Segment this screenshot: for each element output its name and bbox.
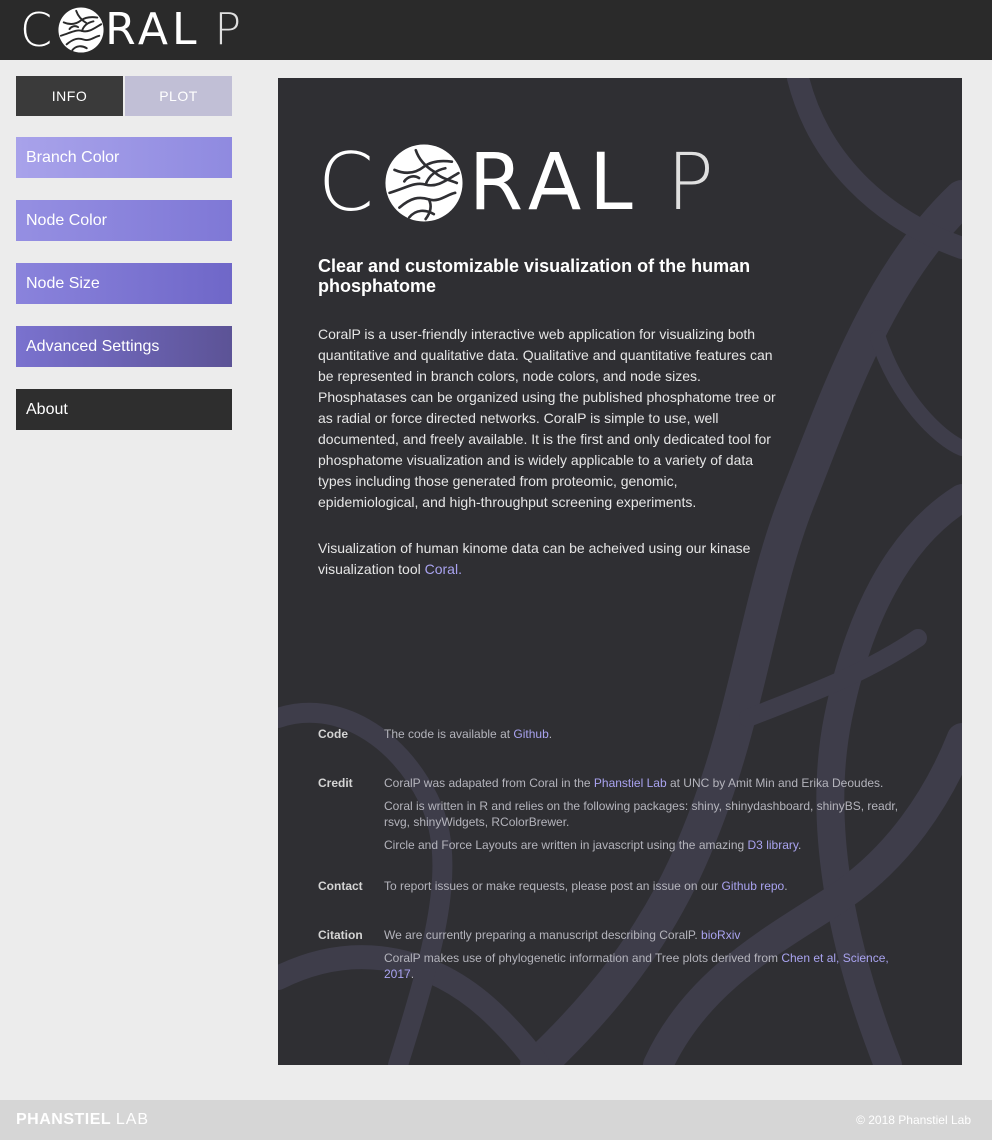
node-color-section[interactable]: Node Color [16, 200, 232, 241]
credit-line-3-start: Circle and Force Layouts are written in … [384, 838, 748, 852]
tab-info[interactable]: INFO [16, 76, 123, 116]
logo-word: RAL [468, 138, 641, 228]
about-section[interactable]: About [16, 389, 232, 430]
tagline: Clear and customizable visualization of … [318, 256, 751, 296]
credit-line-1: CoralP was adapated from Coral in the Ph… [384, 775, 908, 791]
logo-letter-p: P [214, 4, 245, 55]
credit-label: Credit [318, 776, 353, 790]
credit-line-2: Coral is written in R and relies on the … [384, 799, 899, 829]
credit-text: CoralP was adapated from Coral in the Ph… [384, 775, 908, 860]
branch-color-section[interactable]: Branch Color [16, 137, 232, 178]
logo-word: RAL [105, 4, 201, 55]
citation-row: Citation We are currently preparing a ma… [318, 927, 918, 987]
coralp-large-logo: C RAL P [318, 136, 717, 229]
info-panel: C RAL P Clear and customizable visualiza… [278, 78, 962, 1065]
credit-row: Credit CoralP was adapated from Coral in… [318, 775, 918, 855]
logo-letter-p: P [666, 138, 717, 228]
github-repo-link[interactable]: Github repo [722, 879, 785, 893]
d3-library-link[interactable]: D3 library [748, 838, 798, 852]
description: CoralP is a user-friendly interactive we… [318, 326, 776, 510]
code-row: Code The code is available at Github. [318, 726, 918, 746]
contact-text-body: To report issues or make requests, pleas… [384, 879, 722, 893]
coralp-logo[interactable]: C RAL P [20, 3, 245, 57]
credit-line-1-start: CoralP was adapated from Coral in the [384, 776, 594, 790]
citation-line-2: CoralP makes use of phylogenetic informa… [384, 950, 908, 982]
phanstiel-lab-logo[interactable]: PHANSTIEL LAB [16, 1110, 149, 1130]
contact-text: To report issues or make requests, pleas… [384, 878, 908, 894]
logo-letter-c: C [318, 136, 377, 229]
kinome-text: Visualization of human kinome data can b… [318, 540, 751, 577]
node-size-section[interactable]: Node Size [16, 263, 232, 304]
phanstiel-lab-link[interactable]: Phanstiel Lab [594, 776, 667, 790]
citation-line-1-start: We are currently preparing a manuscript … [384, 928, 702, 942]
copyright-text: © 2018 Phanstiel Lab [856, 1113, 971, 1127]
code-text-body: The code is available at [384, 727, 514, 741]
code-label: Code [318, 727, 348, 741]
citation-text: We are currently preparing a manuscript … [384, 927, 908, 989]
coral-globe-icon [58, 7, 104, 53]
credit-line-3-end: . [797, 838, 802, 852]
footer-brand-suffix: LAB [115, 1111, 150, 1128]
tab-plot[interactable]: PLOT [125, 76, 232, 116]
coral-link[interactable]: Coral. [425, 561, 462, 577]
credit-line-1-end: at UNC by Amit Min and Erika Deoudes. [666, 776, 884, 790]
contact-row: Contact To report issues or make request… [318, 878, 918, 898]
kinome-note: Visualization of human kinome data can b… [318, 538, 780, 580]
contact-label: Contact [318, 879, 363, 893]
citation-label: Citation [318, 928, 363, 942]
app-header: C RAL P [0, 0, 992, 60]
page-footer: PHANSTIEL LAB © 2018 Phanstiel Lab [0, 1100, 992, 1140]
footer-brand-name: PHANSTIEL [16, 1111, 111, 1128]
sidebar-tabs: INFO PLOT [16, 76, 232, 116]
biorxiv-link[interactable]: bioRxiv [701, 928, 740, 942]
info-content: C RAL P Clear and customizable visualiza… [278, 78, 962, 1065]
citation-line-2-end: . [410, 967, 415, 981]
coral-globe-icon [385, 144, 463, 222]
github-link[interactable]: Github [513, 727, 548, 741]
citation-line-1: We are currently preparing a manuscript … [384, 927, 908, 943]
logo-letter-c: C [20, 3, 56, 57]
code-text-end: . [548, 727, 553, 741]
code-text: The code is available at Github. [384, 726, 908, 742]
citation-line-2-start: CoralP makes use of phylogenetic informa… [384, 951, 782, 965]
contact-text-end: . [784, 879, 788, 893]
advanced-settings-section[interactable]: Advanced Settings [16, 326, 232, 367]
credit-line-3: Circle and Force Layouts are written in … [384, 837, 908, 853]
